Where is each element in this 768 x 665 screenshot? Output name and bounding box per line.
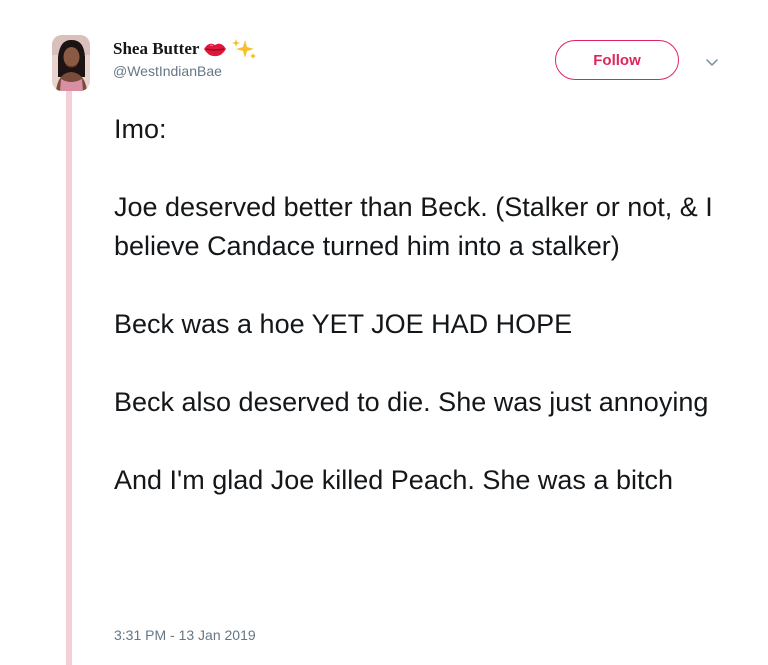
author-handle[interactable]: @WestIndianBae xyxy=(113,63,222,79)
follow-button[interactable]: Follow xyxy=(555,40,679,80)
avatar-image xyxy=(52,35,90,91)
author-name-row: Shea Butter xyxy=(113,37,257,61)
tweet-text: Imo: Joe deserved better than Beck. (Sta… xyxy=(114,110,734,500)
sparkles-emoji-icon xyxy=(231,38,257,60)
tweet-paragraph: Beck also deserved to die. She was just … xyxy=(114,387,709,417)
thread-line xyxy=(66,84,72,665)
chevron-down-icon[interactable] xyxy=(704,56,720,70)
follow-button-label: Follow xyxy=(593,51,641,69)
author-display-name[interactable]: Shea Butter xyxy=(113,39,199,59)
tweet-timestamp[interactable]: 3:31 PM - 13 Jan 2019 xyxy=(114,627,256,643)
tweet-paragraph: Beck was a hoe YET JOE HAD HOPE xyxy=(114,309,573,339)
tweet-paragraph: Joe deserved better than Beck. (Stalker … xyxy=(114,192,713,261)
avatar[interactable] xyxy=(52,35,90,91)
tweet-paragraph: And I'm glad Joe killed Peach. She was a… xyxy=(114,465,673,495)
tweet-paragraph: Imo: xyxy=(114,114,167,144)
lips-emoji-icon xyxy=(202,38,228,60)
